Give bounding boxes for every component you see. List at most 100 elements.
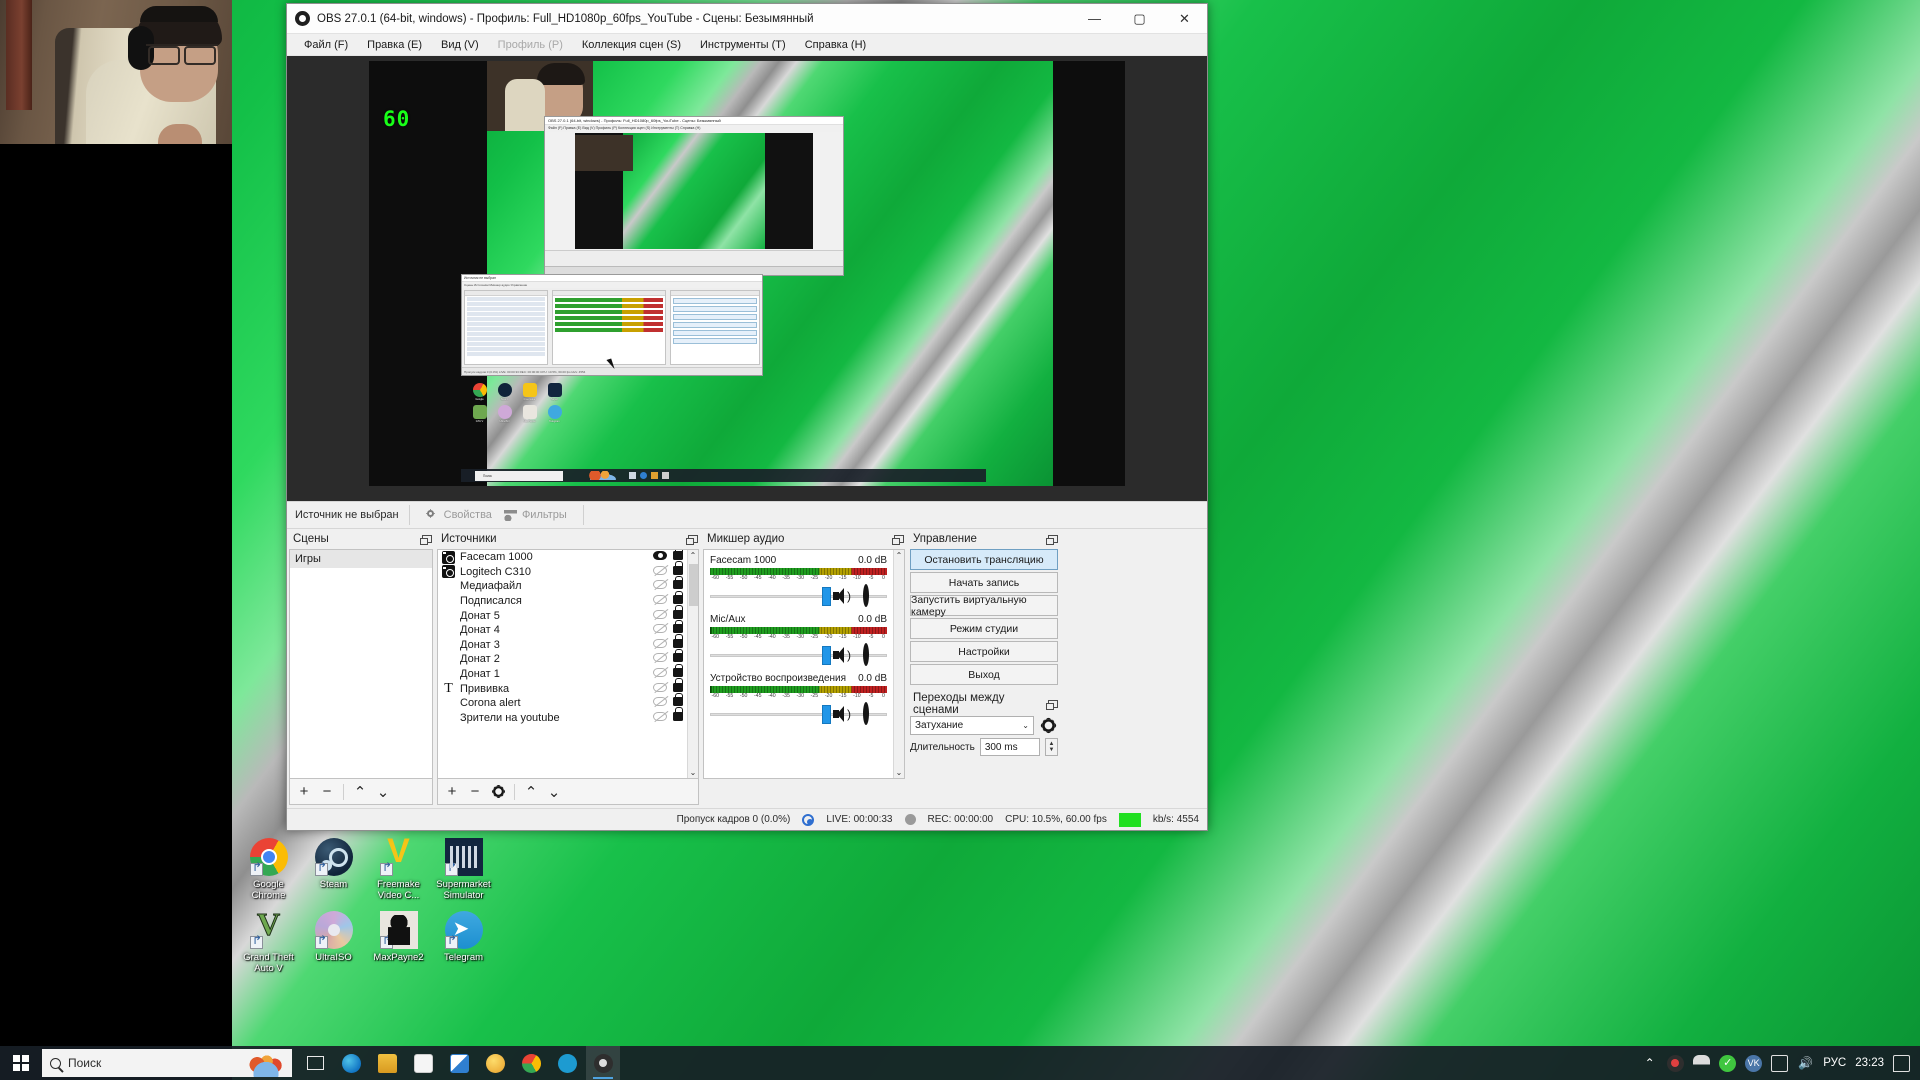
chrome-icon[interactable] [514, 1046, 548, 1080]
table-row[interactable]: Донат 4 [438, 619, 687, 638]
table-row[interactable]: Зрители на youtube [438, 707, 687, 726]
volume-slider-track[interactable] [710, 713, 887, 716]
task-view-icon[interactable] [298, 1046, 332, 1080]
move-scene-up-button[interactable]: ⌃ [350, 782, 370, 802]
float-window-icon[interactable] [1046, 534, 1058, 545]
volume-slider-knob[interactable] [822, 705, 831, 724]
remove-scene-button[interactable]: − [317, 782, 337, 802]
sources-scrollbar[interactable]: ⌃ ⌄ [687, 550, 698, 778]
mixer-channel-facecam[interactable]: Facecam 1000 0.0 dB -60 -55 -50 -45 -40 … [704, 550, 893, 609]
menu-profile[interactable]: Профиль (P) [489, 36, 572, 54]
menu-tools[interactable]: Инструменты (T) [691, 36, 795, 54]
studio-mode-button[interactable]: Режим студии [910, 618, 1058, 639]
store-icon[interactable] [406, 1046, 440, 1080]
mail-icon[interactable] [442, 1046, 476, 1080]
close-button[interactable]: ✕ [1162, 4, 1207, 34]
menu-scene-collection[interactable]: Коллекция сцен (S) [573, 36, 690, 54]
scroll-up-arrow[interactable]: ⌃ [894, 550, 904, 561]
scroll-down-arrow[interactable]: ⌄ [688, 767, 698, 778]
table-row[interactable]: Медиафайл [438, 575, 687, 594]
visibility-toggle[interactable] [651, 638, 669, 651]
mixer-channel-playback-device[interactable]: Устройство воспроизведения 0.0 dB -60 -5… [704, 668, 893, 727]
table-row[interactable]: Донат 1 [438, 663, 687, 682]
minimize-button[interactable]: — [1072, 4, 1117, 34]
visibility-toggle[interactable] [651, 624, 669, 636]
desktop-icon-google-chrome[interactable]: Google Chrome [236, 838, 301, 901]
scrollbar-thumb[interactable] [689, 564, 698, 606]
mute-button[interactable]: ) [833, 646, 853, 664]
scroll-up-arrow[interactable]: ⌃ [688, 550, 698, 561]
table-row[interactable]: Донат 3 [438, 634, 687, 653]
action-center-icon[interactable] [1893, 1054, 1910, 1072]
clock[interactable]: 23:23 [1855, 1057, 1884, 1069]
mute-button[interactable]: ) [833, 587, 853, 605]
volume-icon[interactable]: 🔊 [1797, 1055, 1814, 1072]
desktop-icon-steam[interactable]: Steam [301, 838, 366, 901]
transition-select[interactable]: Затухание ⌄ [910, 716, 1034, 735]
skype-icon[interactable] [550, 1046, 584, 1080]
desktop-icon-supermarket-simulator[interactable]: Supermarket Simulator [431, 838, 496, 901]
desktop-icon-maxpayne2[interactable]: MaxPayne2 [366, 911, 431, 974]
visibility-toggle[interactable] [651, 565, 669, 578]
volume-slider-knob[interactable] [822, 587, 831, 606]
table-row[interactable]: Подписался [438, 590, 687, 609]
settings-button[interactable]: Настройки [910, 641, 1058, 662]
menu-edit[interactable]: Правка (E) [358, 36, 431, 54]
sources-list[interactable]: Facecam 1000 Logitech C310 Медиафайл Под… [438, 550, 687, 778]
obs-tray-icon[interactable] [1667, 1054, 1685, 1072]
desktop-icon-grand-theft-auto-v[interactable]: Grand Theft Auto V [236, 906, 301, 974]
start-button[interactable] [0, 1046, 42, 1080]
cloud-icon[interactable] [478, 1046, 512, 1080]
scenes-list[interactable]: Игры [289, 549, 433, 779]
filters-button[interactable]: Фильтры [498, 507, 573, 523]
language-indicator[interactable]: РУС [1823, 1057, 1846, 1069]
duration-stepper[interactable]: ▲ ▼ [1045, 738, 1058, 756]
move-scene-down-button[interactable]: ⌄ [373, 782, 393, 802]
maximize-button[interactable]: ▢ [1117, 4, 1162, 34]
visibility-toggle[interactable] [651, 551, 669, 563]
preview-area[interactable]: 60 OBS 27.0.1 (64-bit, windows) - Профил… [287, 56, 1207, 501]
float-window-icon[interactable] [420, 534, 432, 545]
transition-settings-button[interactable] [1038, 716, 1058, 735]
move-source-up-button[interactable]: ⌃ [521, 782, 541, 802]
exit-button[interactable]: Выход [910, 664, 1058, 685]
file-explorer-icon[interactable] [370, 1046, 404, 1080]
mixer-scrollbar[interactable]: ⌃ ⌄ [893, 550, 904, 778]
properties-button[interactable]: Свойства [420, 507, 498, 524]
visibility-toggle[interactable] [651, 711, 669, 724]
volume-slider-track[interactable] [710, 654, 887, 657]
add-source-button[interactable]: + [442, 782, 462, 802]
mixer-channel-mic-aux[interactable]: Mic/Aux 0.0 dB -60 -55 -50 -45 -40 -35 -… [704, 609, 893, 668]
desktop-icon-freemake-video-converter[interactable]: Freemake Video C... [366, 832, 431, 901]
visibility-toggle[interactable] [651, 609, 669, 622]
add-scene-button[interactable]: + [294, 782, 314, 802]
table-row[interactable]: Corona alert [438, 692, 687, 711]
menu-help[interactable]: Справка (H) [796, 36, 875, 54]
chevron-up-icon[interactable]: ⌃ [1641, 1055, 1658, 1072]
desktop-icon-ultraiso[interactable]: UltraISO [301, 911, 366, 974]
visibility-toggle[interactable] [651, 595, 669, 607]
visibility-toggle[interactable] [651, 697, 669, 709]
float-window-icon[interactable] [892, 534, 904, 545]
menu-file[interactable]: Файл (F) [295, 36, 357, 54]
table-row[interactable]: T Прививка [438, 678, 687, 696]
channel-settings-button[interactable] [863, 584, 881, 607]
channel-settings-button[interactable] [863, 702, 881, 725]
menu-view[interactable]: Вид (V) [432, 36, 488, 54]
network-icon[interactable] [1771, 1054, 1789, 1072]
edge-icon[interactable] [334, 1046, 368, 1080]
volume-slider-knob[interactable] [822, 646, 831, 665]
start-virtual-camera-button[interactable]: Запустить виртуальную камеру [910, 594, 1058, 618]
visibility-toggle[interactable] [651, 580, 669, 592]
visibility-toggle[interactable] [651, 653, 669, 665]
visibility-toggle[interactable] [651, 668, 669, 680]
table-row[interactable]: Logitech C310 [438, 561, 687, 580]
search-input[interactable]: Поиск [42, 1049, 292, 1077]
scene-item-games[interactable]: Игры [290, 550, 432, 568]
stop-streaming-button[interactable]: Остановить трансляцию [910, 549, 1058, 570]
desktop-icon-telegram[interactable]: Telegram [431, 911, 496, 974]
obs-studio-taskbar-button[interactable] [586, 1046, 620, 1080]
shield-check-icon[interactable]: ✓ [1719, 1054, 1737, 1072]
mute-button[interactable]: ) [833, 705, 853, 723]
float-window-icon[interactable] [686, 534, 698, 545]
